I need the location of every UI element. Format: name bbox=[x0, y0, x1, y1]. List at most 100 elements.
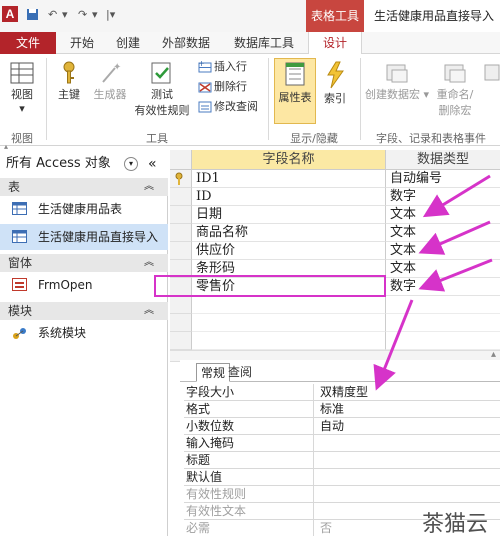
insert-rows-button[interactable]: + 插入行 bbox=[198, 58, 247, 76]
primary-key-button[interactable]: 主键 bbox=[50, 60, 88, 102]
field-name-cell[interactable] bbox=[192, 296, 386, 314]
relationships-button[interactable] bbox=[482, 60, 500, 86]
data-type-cell[interactable]: 文本 bbox=[386, 242, 500, 260]
column-header-field-name[interactable]: 字段名称 bbox=[192, 150, 386, 170]
select-all-corner[interactable] bbox=[170, 150, 192, 170]
property-sheet-icon bbox=[285, 62, 305, 86]
group-show-hide-label: 显示/隐藏 bbox=[290, 132, 338, 145]
test-rules-label-1: 测试 bbox=[151, 88, 173, 101]
field-row[interactable]: ID1 自动编号 bbox=[170, 170, 500, 188]
row-selector[interactable] bbox=[170, 170, 192, 188]
property-value[interactable]: 自动 bbox=[320, 418, 500, 435]
empty-field-row[interactable] bbox=[170, 296, 500, 314]
module-icon bbox=[13, 328, 26, 339]
collapse-section-icon[interactable]: ︽ bbox=[144, 178, 154, 196]
tab-create[interactable]: 创建 bbox=[108, 32, 148, 54]
property-row-decimal-places[interactable]: 小数位数 自动 bbox=[184, 418, 500, 435]
field-name-cell[interactable]: ID bbox=[192, 188, 386, 206]
delete-rows-button[interactable]: 删除行 bbox=[198, 78, 247, 96]
property-row-format[interactable]: 格式 标准 bbox=[184, 401, 500, 418]
nav-menu-dropdown-icon[interactable]: ▾ bbox=[124, 157, 138, 171]
property-row-validation-rule[interactable]: 有效性规则 bbox=[184, 486, 500, 503]
nav-section-modules[interactable]: 模块 ︽ bbox=[0, 302, 168, 320]
row-selector[interactable] bbox=[170, 224, 192, 242]
scroll-up-arrow-icon[interactable]: ▴ bbox=[491, 349, 496, 360]
field-name-cell[interactable] bbox=[192, 314, 386, 332]
table-icon bbox=[12, 230, 27, 243]
view-button[interactable]: 视图 ▾ bbox=[4, 60, 40, 115]
builder-button[interactable]: ✦ 生成器 bbox=[88, 60, 132, 102]
nav-item-table-1[interactable]: 生活健康用品表 bbox=[0, 196, 168, 222]
tab-file[interactable]: 文件 bbox=[0, 32, 56, 54]
redo-dropdown-icon[interactable]: ▾ bbox=[92, 8, 98, 21]
nav-section-tables[interactable]: 表 ︽ bbox=[0, 178, 168, 196]
row-selector[interactable] bbox=[170, 332, 192, 350]
collapse-section-icon[interactable]: ︽ bbox=[144, 254, 154, 272]
nav-pane-header[interactable]: 所有 Access 对象 ▾ « bbox=[0, 150, 168, 178]
nav-item-module-1[interactable]: 系统模块 bbox=[0, 320, 168, 346]
data-type-cell[interactable] bbox=[386, 296, 500, 314]
property-value[interactable]: 标准 bbox=[320, 401, 500, 418]
nav-section-forms[interactable]: 窗体 ︽ bbox=[0, 254, 168, 272]
field-row[interactable]: 日期 文本 bbox=[170, 206, 500, 224]
save-icon[interactable] bbox=[26, 8, 39, 24]
collapse-section-icon[interactable]: ︽ bbox=[144, 302, 154, 320]
nav-item-label: FrmOpen bbox=[38, 278, 93, 292]
field-name-cell[interactable]: ID1 bbox=[192, 170, 386, 188]
property-row-input-mask[interactable]: 输入掩码 bbox=[184, 435, 500, 452]
undo-dropdown-icon[interactable]: ▾ bbox=[62, 8, 68, 21]
row-selector[interactable] bbox=[170, 242, 192, 260]
nav-item-table-2[interactable]: 生活健康用品直接导入 bbox=[0, 224, 168, 250]
property-label: 必需 bbox=[186, 520, 314, 536]
data-type-cell[interactable] bbox=[386, 332, 500, 350]
field-name-cell[interactable] bbox=[192, 332, 386, 350]
customize-qat-icon[interactable]: |▾ bbox=[106, 8, 115, 21]
modify-lookups-button[interactable]: 修改查阅 bbox=[198, 98, 258, 116]
property-value[interactable] bbox=[320, 435, 500, 452]
field-name-cell[interactable]: 商品名称 bbox=[192, 224, 386, 242]
property-sheet-button[interactable]: 属性表 bbox=[274, 58, 316, 124]
property-value[interactable] bbox=[320, 452, 500, 469]
indexes-button[interactable]: 索引 bbox=[318, 60, 352, 106]
undo-icon[interactable]: ↶ bbox=[48, 8, 57, 21]
access-app-icon[interactable]: A bbox=[2, 6, 18, 22]
nav-item-form-1[interactable]: FrmOpen bbox=[0, 272, 168, 298]
redo-icon[interactable]: ↷ bbox=[78, 8, 87, 21]
field-row[interactable]: ID 数字 bbox=[170, 188, 500, 206]
tab-home[interactable]: 开始 bbox=[60, 32, 104, 54]
tab-design[interactable]: 设计 bbox=[308, 32, 362, 55]
empty-field-row[interactable] bbox=[170, 314, 500, 332]
data-type-cell[interactable]: 文本 bbox=[386, 260, 500, 278]
tab-lookup[interactable]: 查阅 bbox=[224, 363, 256, 382]
empty-field-row[interactable] bbox=[170, 332, 500, 350]
tab-database-tools[interactable]: 数据库工具 bbox=[226, 32, 302, 54]
field-row[interactable]: 商品名称 文本 bbox=[170, 224, 500, 242]
test-validation-rules-button[interactable]: 测试 有效性规则 bbox=[130, 60, 194, 118]
data-type-cell[interactable]: 数字 bbox=[386, 188, 500, 206]
data-type-cell[interactable] bbox=[386, 314, 500, 332]
data-type-cell[interactable]: 文本 bbox=[386, 206, 500, 224]
column-header-data-type[interactable]: 数据类型 bbox=[386, 150, 500, 170]
property-row-caption[interactable]: 标题 bbox=[184, 452, 500, 469]
field-row[interactable]: 供应价 文本 bbox=[170, 242, 500, 260]
field-name-cell[interactable]: 供应价 bbox=[192, 242, 386, 260]
row-selector[interactable] bbox=[170, 314, 192, 332]
property-value[interactable] bbox=[320, 486, 500, 503]
property-row-default-value[interactable]: 默认值 bbox=[184, 469, 500, 486]
shutter-bar-collapse-icon[interactable]: « bbox=[148, 150, 157, 178]
data-type-cell[interactable]: 文本 bbox=[386, 224, 500, 242]
nav-section-modules-label: 模块 bbox=[8, 304, 33, 318]
property-row-field-size[interactable]: 字段大小 双精度型 bbox=[184, 384, 500, 401]
rename-delete-macro-button[interactable]: 重命名/ 删除宏 bbox=[430, 60, 480, 118]
field-name-cell[interactable]: 日期 bbox=[192, 206, 386, 224]
data-type-cell[interactable]: 数字 bbox=[386, 278, 500, 296]
row-selector[interactable] bbox=[170, 206, 192, 224]
row-selector[interactable] bbox=[170, 188, 192, 206]
create-data-macros-button[interactable]: 创建数据宏 ▾ bbox=[364, 60, 430, 102]
property-label: 字段大小 bbox=[186, 384, 314, 401]
data-type-cell[interactable]: 自动编号 bbox=[386, 170, 500, 188]
row-selector[interactable] bbox=[170, 296, 192, 314]
tab-external-data[interactable]: 外部数据 bbox=[152, 32, 220, 54]
property-value[interactable] bbox=[320, 469, 500, 486]
property-value[interactable]: 双精度型 bbox=[320, 384, 500, 401]
